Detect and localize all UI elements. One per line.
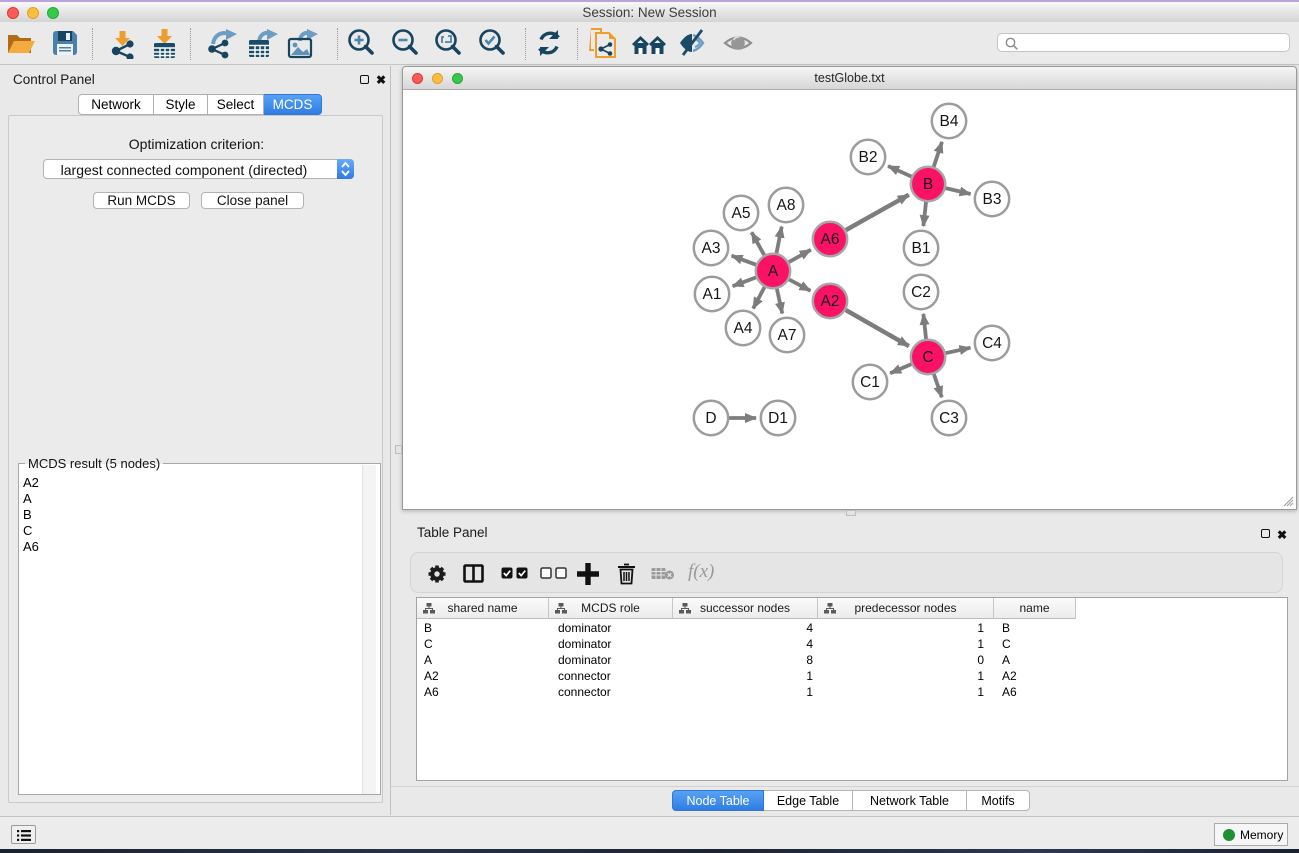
svg-text:A6: A6: [821, 231, 840, 248]
svg-text:A1: A1: [703, 286, 722, 303]
svg-text:C3: C3: [939, 410, 959, 427]
svg-text:C2: C2: [911, 284, 931, 301]
svg-text:A5: A5: [732, 205, 751, 222]
svg-text:C4: C4: [982, 335, 1002, 352]
svg-text:B4: B4: [940, 113, 959, 130]
svg-text:B: B: [923, 176, 933, 193]
svg-text:A7: A7: [778, 327, 797, 344]
svg-text:D1: D1: [768, 410, 788, 427]
svg-text:A2: A2: [821, 293, 840, 310]
svg-text:A8: A8: [777, 197, 796, 214]
svg-text:C1: C1: [860, 374, 880, 391]
svg-text:D: D: [705, 410, 716, 427]
svg-text:A3: A3: [702, 240, 721, 257]
svg-text:B2: B2: [859, 149, 878, 166]
svg-text:A: A: [768, 263, 779, 280]
svg-text:B3: B3: [983, 191, 1002, 208]
svg-text:A4: A4: [734, 320, 753, 337]
svg-text:B1: B1: [912, 240, 931, 257]
svg-text:C: C: [922, 349, 933, 366]
